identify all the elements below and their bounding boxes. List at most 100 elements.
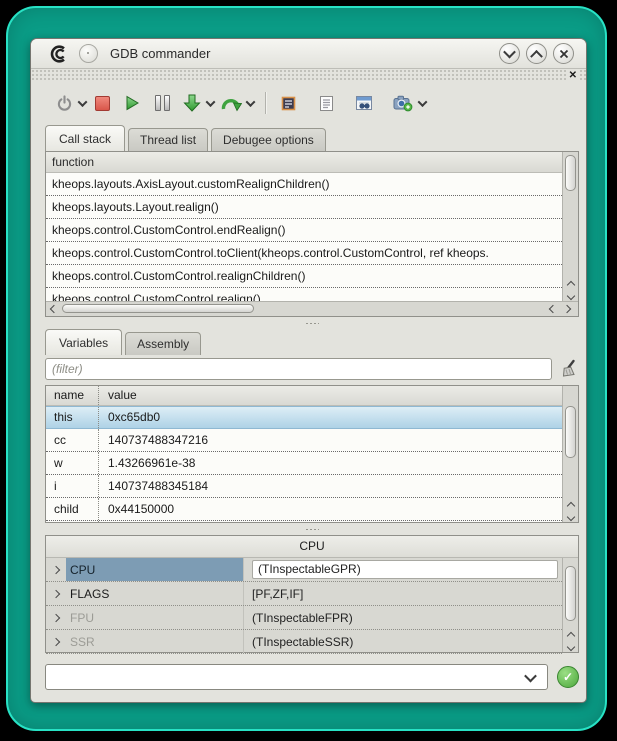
cpu-row[interactable]: SSR (TInspectableSSR) bbox=[46, 630, 562, 654]
titlebar-buttons bbox=[499, 43, 574, 64]
chevron-down-icon bbox=[77, 97, 87, 107]
variable-name: this bbox=[46, 407, 99, 428]
variable-row[interactable]: w 1.43266961e-38 bbox=[46, 452, 562, 475]
register-group-name[interactable]: FPU bbox=[66, 606, 244, 629]
run-button[interactable] bbox=[121, 91, 143, 115]
variable-value: 140737488345184 bbox=[99, 475, 562, 497]
filter-input[interactable] bbox=[45, 358, 552, 380]
scrollbar-thumb[interactable] bbox=[565, 155, 576, 191]
unshade-button[interactable] bbox=[526, 43, 547, 64]
close-button[interactable] bbox=[553, 43, 574, 64]
screenshot: GDB commander ✕ bbox=[0, 0, 617, 741]
scroll-left-icon[interactable] bbox=[549, 305, 557, 313]
expand-icon[interactable] bbox=[46, 639, 66, 645]
splitter-handle[interactable] bbox=[45, 317, 579, 329]
scroll-down-icon[interactable] bbox=[566, 513, 574, 521]
scroll-down-icon[interactable] bbox=[566, 643, 574, 651]
filter-row bbox=[45, 357, 579, 381]
column-header-value[interactable]: value bbox=[99, 386, 562, 405]
dock-handle[interactable]: ✕ bbox=[31, 69, 586, 82]
confirm-button[interactable]: ✓ bbox=[557, 666, 579, 688]
clear-filter-button[interactable] bbox=[557, 359, 579, 380]
tab-variables[interactable]: Variables bbox=[45, 329, 122, 355]
shade-button[interactable] bbox=[499, 43, 520, 64]
scroll-up-icon[interactable] bbox=[566, 502, 574, 510]
variable-name: w bbox=[46, 452, 99, 474]
scrollbar-thumb[interactable] bbox=[565, 566, 576, 621]
variable-row[interactable]: i 140737488345184 bbox=[46, 475, 562, 498]
variables-header: name value bbox=[46, 386, 562, 406]
column-header-function[interactable]: function bbox=[46, 152, 562, 173]
titlebar[interactable]: GDB commander bbox=[31, 39, 586, 69]
dock-close-icon[interactable]: ✕ bbox=[568, 70, 578, 81]
command-combobox[interactable] bbox=[45, 664, 548, 690]
splitter-handle[interactable] bbox=[45, 523, 579, 535]
messages-button[interactable] bbox=[315, 91, 337, 115]
step-over-button[interactable] bbox=[219, 91, 243, 115]
tab-thread-list[interactable]: Thread list bbox=[128, 128, 208, 151]
variable-row[interactable]: b 1.43266961e-38 bbox=[46, 521, 562, 522]
step-into-dropdown[interactable] bbox=[205, 100, 215, 107]
cpu-vscrollbar[interactable] bbox=[562, 558, 578, 652]
chevron-down-icon bbox=[503, 46, 516, 59]
expand-icon[interactable] bbox=[46, 591, 66, 597]
register-group-name[interactable]: SSR bbox=[66, 630, 244, 653]
step-over-dropdown[interactable] bbox=[245, 100, 255, 107]
broom-icon bbox=[558, 359, 579, 380]
cpu-view-button[interactable] bbox=[277, 91, 299, 115]
document-icon bbox=[319, 95, 334, 112]
scroll-up-icon[interactable] bbox=[566, 281, 574, 289]
variable-value: 1.43266961e-38 bbox=[99, 452, 562, 474]
register-group-name[interactable]: FLAGS bbox=[66, 582, 244, 605]
watch-window-button[interactable] bbox=[353, 91, 375, 115]
chevron-down-icon bbox=[245, 97, 255, 107]
pin-button[interactable] bbox=[79, 44, 98, 63]
scroll-down-icon[interactable] bbox=[566, 292, 574, 300]
scroll-right-icon[interactable] bbox=[563, 305, 571, 313]
top-tabs: Call stack Thread list Debugee options bbox=[45, 125, 329, 151]
tab-call-stack[interactable]: Call stack bbox=[45, 125, 125, 151]
variable-row[interactable]: cc 140737488347216 bbox=[46, 429, 562, 452]
call-stack-row[interactable]: kheops.control.CustomControl.endRealign(… bbox=[46, 219, 562, 242]
variables-panel: name value this 0xc65db0 cc 140737488347… bbox=[45, 385, 579, 523]
stop-button[interactable] bbox=[91, 91, 113, 115]
call-stack-row[interactable]: kheops.control.CustomControl.realign() bbox=[46, 288, 562, 301]
command-input[interactable] bbox=[50, 666, 521, 690]
call-stack-vscrollbar[interactable] bbox=[562, 152, 578, 301]
tab-debugee-options[interactable]: Debugee options bbox=[211, 128, 326, 151]
call-stack-row[interactable]: kheops.control.CustomControl.realignChil… bbox=[46, 265, 562, 288]
register-group-name[interactable]: CPU bbox=[66, 558, 244, 581]
mid-tabs: Variables Assembly bbox=[45, 329, 204, 355]
expand-icon[interactable] bbox=[46, 567, 66, 573]
call-stack-row[interactable]: kheops.control.CustomControl.toClient(kh… bbox=[46, 242, 562, 265]
scrollbar-thumb[interactable] bbox=[565, 406, 576, 458]
cpu-register-tree: CPU (TInspectableGPR) FLAGS [PF,ZF,IF] F… bbox=[46, 558, 562, 652]
tab-assembly[interactable]: Assembly bbox=[125, 332, 201, 355]
column-header-name[interactable]: name bbox=[46, 386, 99, 405]
power-button[interactable] bbox=[53, 91, 75, 115]
call-stack-hscrollbar[interactable] bbox=[46, 301, 578, 316]
power-dropdown[interactable] bbox=[77, 100, 87, 107]
combo-dropdown-icon[interactable] bbox=[524, 670, 537, 683]
call-stack-row[interactable]: kheops.layouts.Layout.realign() bbox=[46, 196, 562, 219]
pause-button[interactable] bbox=[151, 91, 173, 115]
cpu-row[interactable]: CPU (TInspectableGPR) bbox=[46, 558, 562, 582]
call-stack-row[interactable]: kheops.layouts.AxisLayout.customRealignC… bbox=[46, 173, 562, 196]
power-icon bbox=[56, 95, 73, 112]
snapshot-button[interactable] bbox=[391, 91, 415, 115]
scrollbar-thumb[interactable] bbox=[62, 304, 254, 313]
variable-row[interactable]: child 0x44150000 bbox=[46, 498, 562, 521]
scroll-left-icon[interactable] bbox=[50, 305, 58, 313]
step-into-button[interactable] bbox=[181, 91, 203, 115]
variables-vscrollbar[interactable] bbox=[562, 386, 578, 522]
expand-icon[interactable] bbox=[46, 615, 66, 621]
app-logo-icon bbox=[49, 45, 68, 63]
scroll-up-icon[interactable] bbox=[566, 632, 574, 640]
variable-value: 1.43266961e-38 bbox=[99, 521, 562, 522]
variable-row[interactable]: this 0xc65db0 bbox=[46, 406, 562, 429]
register-group-value: (TInspectableFPR) bbox=[244, 606, 562, 629]
register-value-editor[interactable]: (TInspectableGPR) bbox=[252, 560, 558, 579]
cpu-row[interactable]: FPU (TInspectableFPR) bbox=[46, 606, 562, 630]
cpu-row[interactable]: FLAGS [PF,ZF,IF] bbox=[46, 582, 562, 606]
snapshot-dropdown[interactable] bbox=[417, 100, 427, 107]
